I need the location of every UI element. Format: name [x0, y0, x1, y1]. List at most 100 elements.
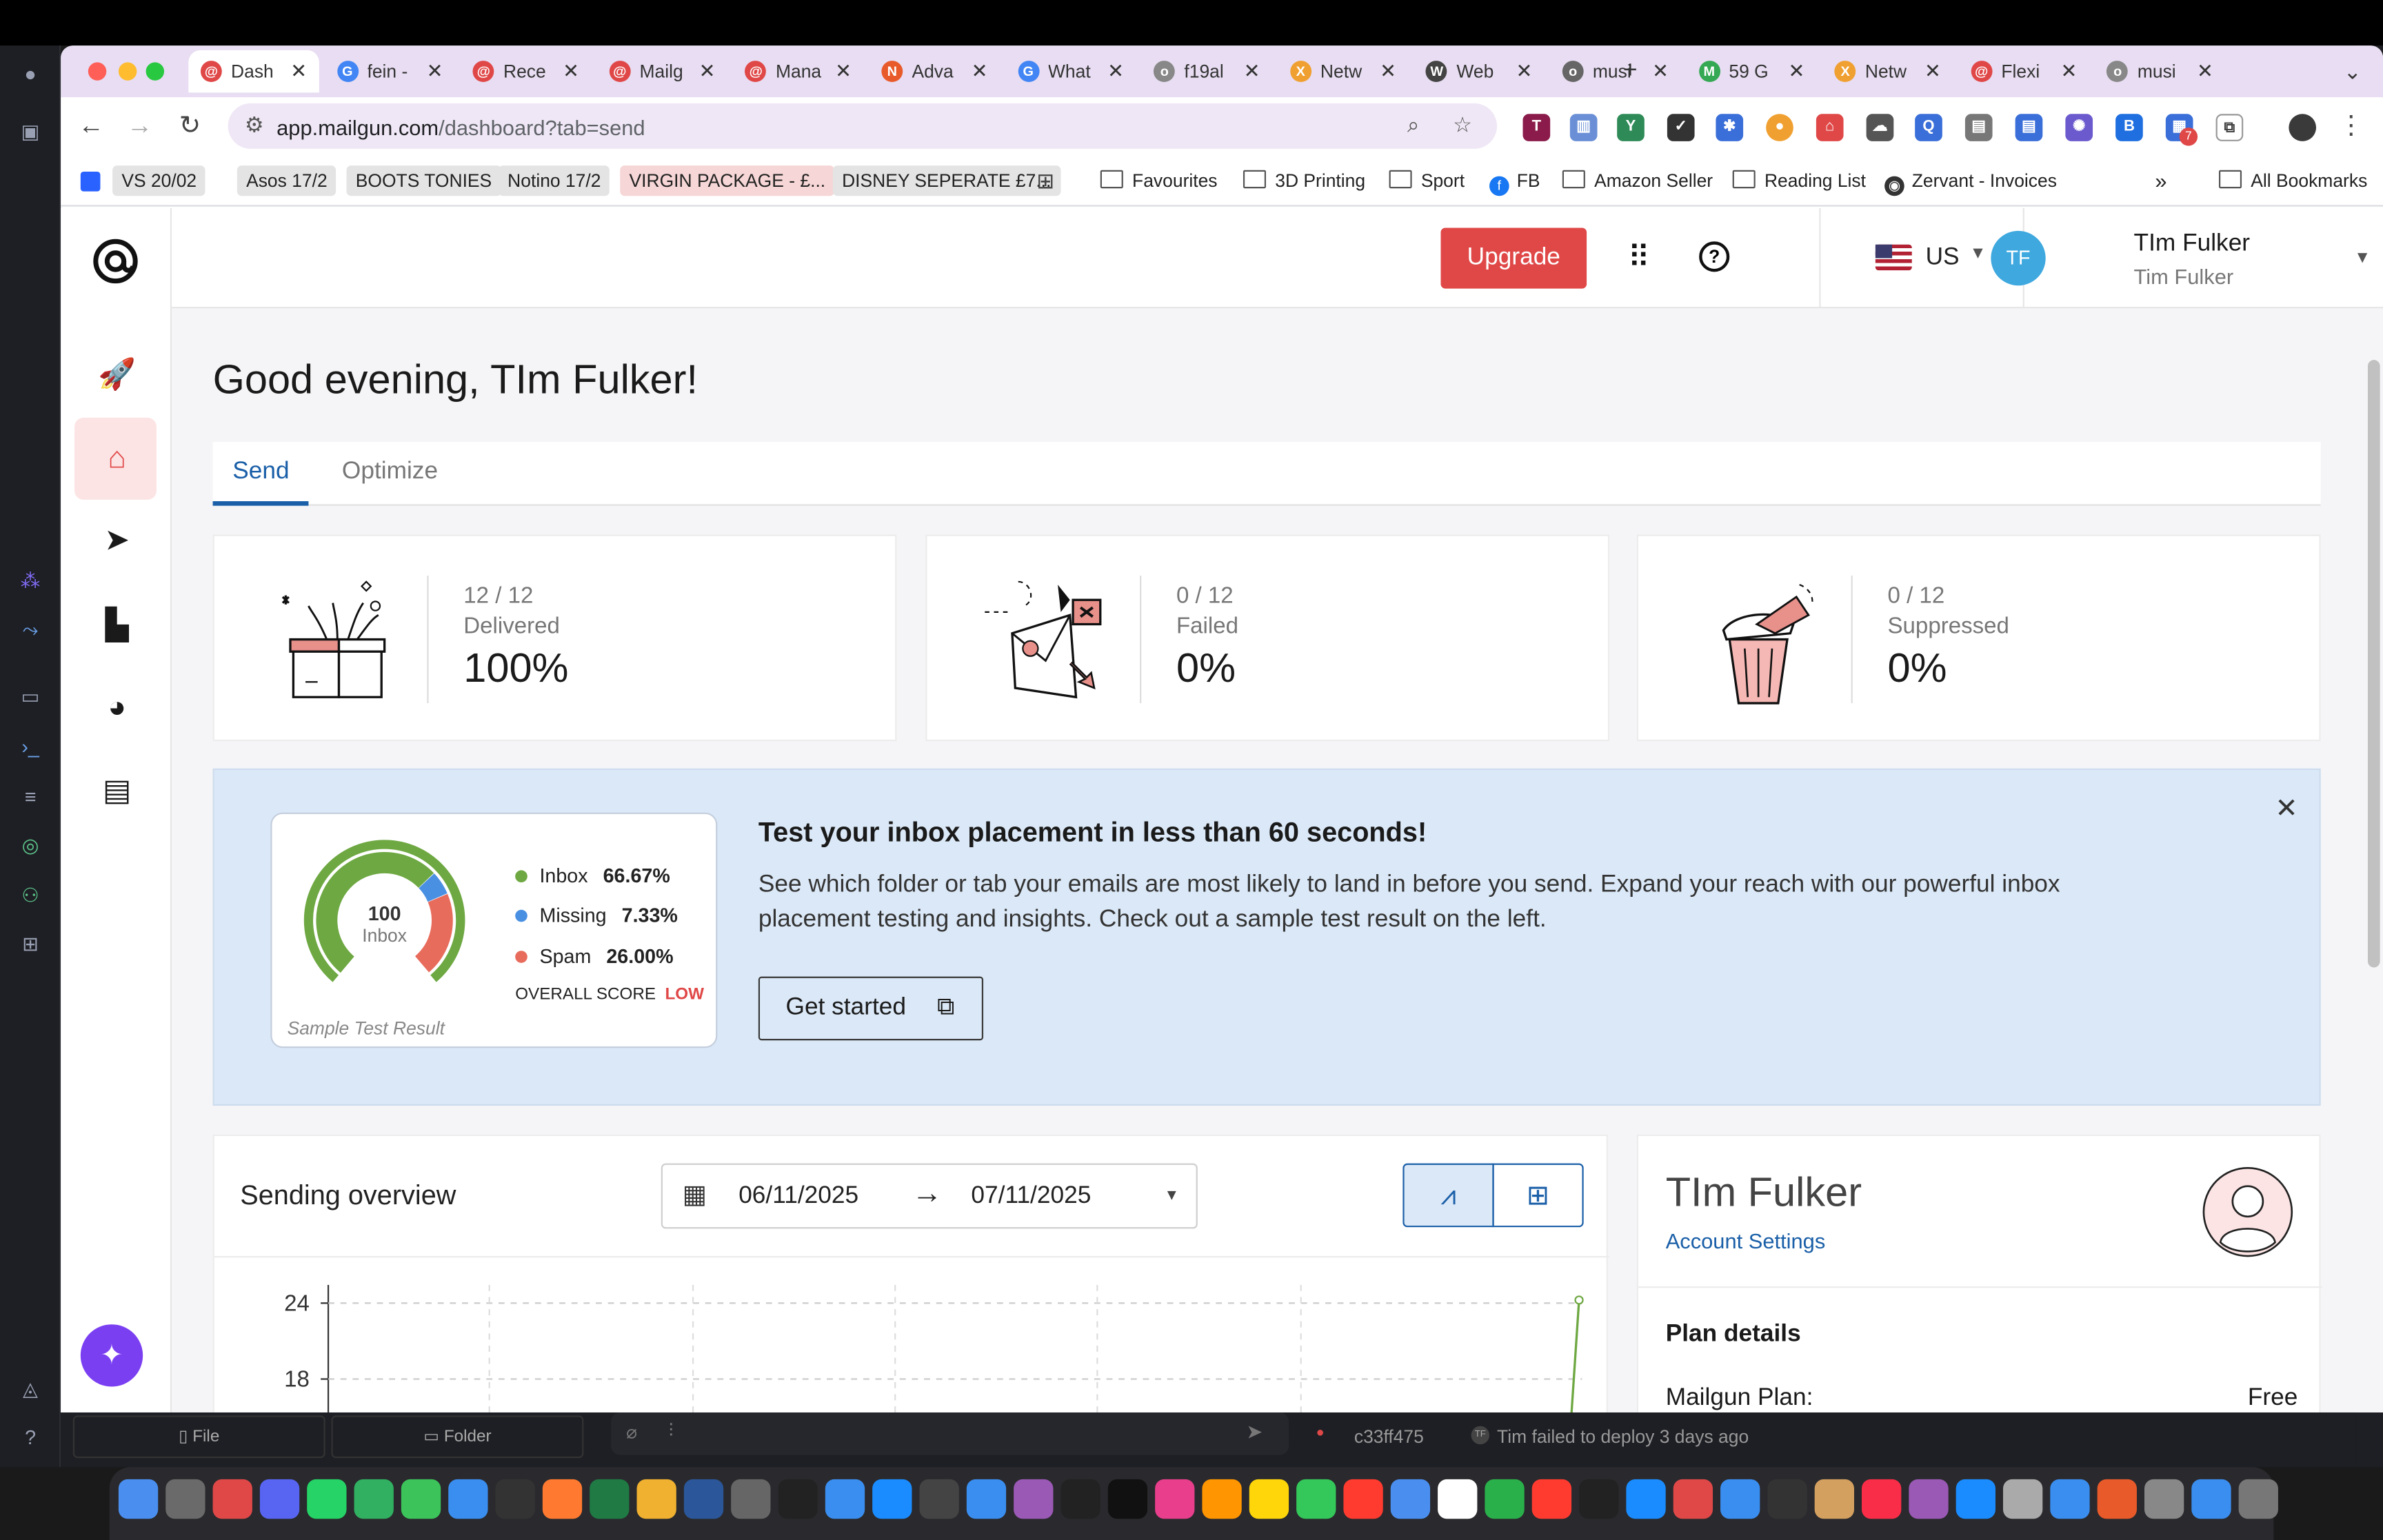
dock-app-icon[interactable]: [778, 1479, 818, 1519]
assistant-sparkle-button[interactable]: ✦: [80, 1324, 143, 1387]
new-tab-button[interactable]: +: [1611, 50, 1649, 93]
bookmark-item[interactable]: VS 20/02: [112, 165, 206, 196]
dock-app-icon[interactable]: [1909, 1479, 1949, 1519]
dock-app-icon[interactable]: [636, 1479, 676, 1519]
close-window-button[interactable]: [88, 62, 107, 81]
dock-app-icon[interactable]: [118, 1479, 159, 1519]
date-from[interactable]: 06/11/2025: [738, 1183, 858, 1210]
profile-avatar[interactable]: [2289, 114, 2317, 141]
dock-app-icon[interactable]: [1673, 1479, 1713, 1519]
dock-app-icon[interactable]: [1485, 1479, 1525, 1519]
rocket-icon[interactable]: 🚀: [97, 356, 137, 395]
help-icon[interactable]: ?: [1699, 241, 1730, 272]
chevron-down-icon[interactable]: ▼: [1970, 245, 1987, 263]
settings-sliders-icon[interactable]: ⫶: [669, 1420, 674, 1443]
user-icon[interactable]: ⚇: [17, 882, 44, 910]
apps-grid-button[interactable]: ⠿: [1628, 241, 1650, 274]
close-banner-icon[interactable]: ✕: [2275, 793, 2298, 824]
bookmark-item[interactable]: VIRGIN PACKAGE - £...: [620, 165, 835, 196]
dock-app-icon[interactable]: [1202, 1479, 1242, 1519]
folder-tab[interactable]: ▭ Folder: [331, 1415, 584, 1459]
dock-app-icon[interactable]: [1296, 1479, 1336, 1519]
dock-app-icon[interactable]: [354, 1479, 394, 1519]
browser-tab[interactable]: M 59 G ✕: [1687, 50, 1818, 93]
close-tab-icon[interactable]: ✕: [1789, 59, 1805, 83]
dock-app-icon[interactable]: [1862, 1479, 1902, 1519]
bookmark-link[interactable]: ◉ Zervant - Invoices: [1876, 165, 2066, 196]
dock-app-icon[interactable]: [259, 1479, 300, 1519]
date-range-picker[interactable]: ▦ 06/11/2025 → 07/11/2025 ▼: [661, 1163, 1198, 1229]
send-icon[interactable]: ➤: [97, 521, 137, 560]
browser-tab[interactable]: W Web ✕: [1414, 50, 1545, 93]
dock-app-icon[interactable]: [542, 1479, 583, 1519]
dock-app-icon[interactable]: [1767, 1479, 1807, 1519]
bell-icon[interactable]: ◬: [17, 1376, 44, 1404]
dock-app-icon[interactable]: [1814, 1479, 1855, 1519]
dock-app-icon[interactable]: [1107, 1479, 1148, 1519]
extension-folder2-icon[interactable]: ▤: [2015, 114, 2043, 141]
extension-b-icon[interactable]: B: [2115, 114, 2143, 141]
extension-chart-icon[interactable]: ▥: [1569, 114, 1598, 141]
bookmark-folder[interactable]: 3D Printing: [1234, 165, 1375, 196]
extension-gear-icon[interactable]: ✺: [2065, 114, 2093, 141]
site-info-icon[interactable]: ⚙: [245, 112, 264, 138]
dock-app-icon[interactable]: [495, 1479, 535, 1519]
browser-tab[interactable]: @ Flexi ✕: [1959, 50, 2090, 93]
bookmark-item[interactable]: BOOTS TONIES: [346, 165, 501, 196]
browser-tab[interactable]: @ Mana ✕: [733, 50, 864, 93]
user-name[interactable]: TIm Fulker: [2134, 231, 2251, 259]
globe-icon[interactable]: ◎: [17, 832, 44, 860]
browser-tab[interactable]: G What ✕: [1005, 50, 1136, 93]
help-icon[interactable]: ?: [17, 1425, 44, 1452]
account-settings-link[interactable]: Account Settings: [1666, 1228, 1826, 1253]
close-tab-icon[interactable]: ✕: [2197, 59, 2213, 83]
upgrade-button[interactable]: Upgrade: [1440, 227, 1587, 289]
dock-app-icon[interactable]: [1955, 1479, 1995, 1519]
get-started-button[interactable]: Get started ⧉: [758, 976, 984, 1041]
close-tab-icon[interactable]: ✕: [427, 59, 443, 83]
dock-app-icon[interactable]: [1531, 1479, 1572, 1519]
validation-icon[interactable]: ▤: [97, 771, 137, 811]
mailgun-logo-icon[interactable]: [91, 237, 140, 286]
bookmark-star-icon[interactable]: ☆: [1453, 112, 1472, 138]
grid-dots-icon[interactable]: ⁂: [17, 568, 44, 596]
browser-tab[interactable]: @ Dash ✕: [188, 50, 319, 93]
close-tab-icon[interactable]: ✕: [1244, 59, 1260, 83]
dock-app-icon[interactable]: [590, 1479, 630, 1519]
browser-tab[interactable]: o f19al ✕: [1142, 50, 1273, 93]
dock-app-icon[interactable]: [825, 1479, 865, 1519]
extension-folder-icon[interactable]: ▤: [1964, 114, 1993, 141]
more-bookmarks-button[interactable]: »: [2146, 165, 2176, 196]
close-tab-icon[interactable]: ✕: [1107, 59, 1124, 83]
close-tab-icon[interactable]: ✕: [699, 59, 716, 83]
dock-app-icon[interactable]: [683, 1479, 724, 1519]
close-tab-icon[interactable]: ✕: [1516, 59, 1533, 83]
attach-icon[interactable]: ⌀: [626, 1421, 637, 1443]
send-arrow-icon[interactable]: ➤: [1246, 1420, 1263, 1444]
dock-app-icon[interactable]: [1626, 1479, 1666, 1519]
zoom-icon[interactable]: ⌕: [1407, 112, 1419, 138]
extension-t-icon[interactable]: T: [1522, 114, 1551, 141]
date-to[interactable]: 07/11/2025: [971, 1183, 1091, 1210]
back-button[interactable]: ←: [74, 110, 108, 143]
dock-app-icon[interactable]: [919, 1479, 959, 1519]
browser-tab[interactable]: @ Mailg ✕: [597, 50, 728, 93]
circle-icon[interactable]: ●: [17, 61, 44, 88]
page-scrollbar[interactable]: [2367, 360, 2380, 968]
dock-app-icon[interactable]: [872, 1479, 912, 1519]
extension-cloud-icon[interactable]: ☁: [1866, 114, 1894, 141]
browser-tab[interactable]: o musi ✕: [2095, 50, 2226, 93]
dock-app-icon[interactable]: [307, 1479, 347, 1519]
dock-app-icon[interactable]: [1155, 1479, 1195, 1519]
kebab-menu-icon[interactable]: ⋮: [2334, 110, 2367, 143]
all-bookmarks-folder[interactable]: All Bookmarks: [2210, 165, 2377, 196]
grid-view-button[interactable]: ⊞: [1492, 1163, 1584, 1228]
puzzle-icon[interactable]: ⧉: [2215, 114, 2244, 141]
extension-circle-icon[interactable]: ✱: [1716, 114, 1744, 141]
monitor-icon[interactable]: ▭: [17, 683, 44, 711]
browser-tab[interactable]: X Netw ✕: [1278, 50, 1409, 93]
window-icon[interactable]: ▣: [17, 119, 44, 146]
database-icon[interactable]: ≡: [17, 784, 44, 811]
commit-hash[interactable]: c33ff475: [1354, 1426, 1424, 1448]
apps-grid-icon[interactable]: ⊞: [1036, 169, 1054, 194]
